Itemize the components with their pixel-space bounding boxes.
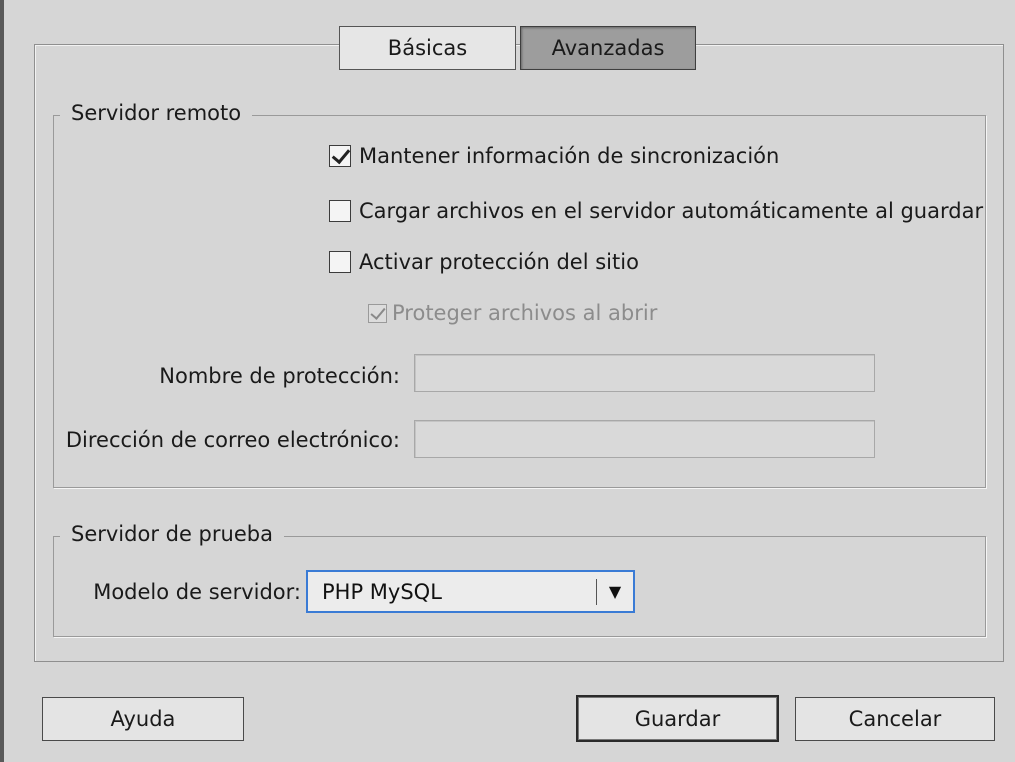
checkout-name-label: Nombre de protección: [159,364,400,388]
auto-upload-label: Cargar archivos en el servidor automátic… [359,199,984,223]
tab-advanced[interactable]: Avanzadas [520,26,696,70]
enable-checkout-label: Activar protección del sitio [359,250,639,274]
maintain-sync-checkbox-row[interactable]: Mantener información de sincronización [329,144,779,168]
enable-checkout-checkbox-row[interactable]: Activar protección del sitio [329,250,639,274]
save-button[interactable]: Guardar [576,695,779,742]
checkout-on-open-checkbox [368,303,387,323]
tab-bar: Básicas Avanzadas [339,26,696,70]
checkout-name-field[interactable] [414,354,875,392]
remote-server-legend: Servidor remoto [60,101,253,125]
server-model-label: Modelo de servidor: [93,580,301,604]
server-model-select[interactable]: PHP MySQL ▼ [306,570,635,613]
enable-checkout-checkbox[interactable] [329,251,351,273]
maintain-sync-checkbox[interactable] [329,145,351,167]
window-edge [0,0,4,762]
checkout-on-open-label: Proteger archivos al abrir [392,301,658,325]
site-setup-dialog: Básicas Avanzadas Servidor remoto Manten… [0,0,1015,762]
help-button[interactable]: Ayuda [42,697,244,741]
tab-basic[interactable]: Básicas [339,26,516,70]
cancel-button[interactable]: Cancelar [795,697,995,741]
email-label: Dirección de correo electrónico: [65,428,400,452]
checkout-on-open-checkbox-row: Proteger archivos al abrir [368,301,657,325]
chevron-down-icon[interactable]: ▼ [597,572,633,611]
email-field[interactable] [414,420,875,458]
maintain-sync-label: Mantener información de sincronización [359,144,780,168]
auto-upload-checkbox-row[interactable]: Cargar archivos en el servidor automátic… [329,199,983,223]
auto-upload-checkbox[interactable] [329,200,351,222]
testing-server-legend: Servidor de prueba [60,522,284,546]
server-model-value: PHP MySQL [322,579,442,604]
